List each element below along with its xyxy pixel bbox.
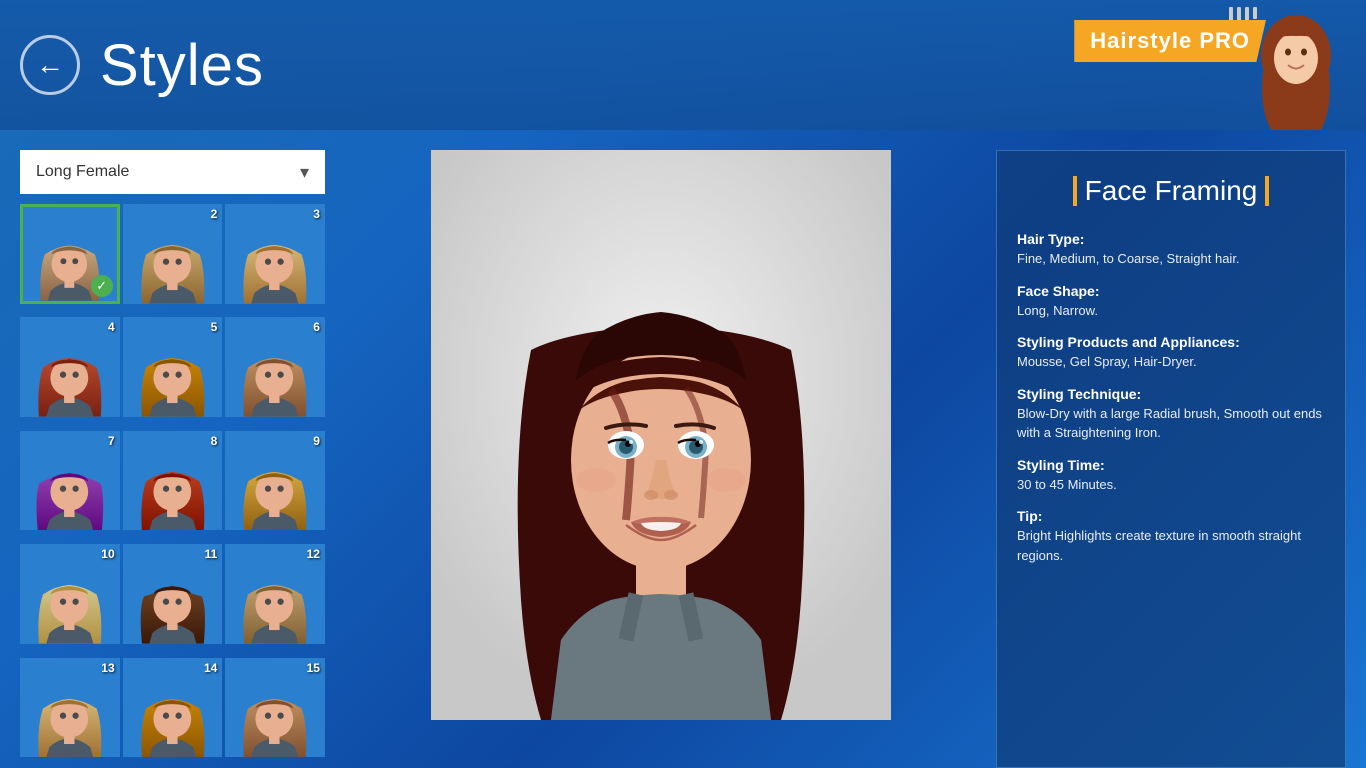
page-title: Styles	[100, 32, 264, 99]
style-item-15[interactable]: 15	[225, 658, 325, 758]
back-button[interactable]: ←	[20, 35, 80, 95]
style-number: 4	[108, 320, 115, 334]
style-item-3[interactable]: 3	[225, 204, 325, 304]
style-number: 14	[204, 661, 217, 675]
title-bar-right	[1265, 176, 1269, 206]
info-section-4: Styling Time: 30 to 45 Minutes.	[1017, 457, 1325, 495]
info-section-3: Styling Technique: Blow-Dry with a large …	[1017, 386, 1325, 443]
style-item-13[interactable]: 13	[20, 658, 120, 758]
info-section-1: Face Shape: Long, Narrow.	[1017, 283, 1325, 321]
info-value: Fine, Medium, to Coarse, Straight hair.	[1017, 249, 1325, 269]
style-number: 13	[101, 661, 114, 675]
thumb-svg	[20, 317, 120, 417]
info-section-0: Hair Type: Fine, Medium, to Coarse, Strai…	[1017, 231, 1325, 269]
thumb-svg	[225, 317, 325, 417]
style-number: 3	[313, 207, 320, 221]
info-label: Styling Time:	[1017, 457, 1325, 473]
style-item-12[interactable]: 12	[225, 544, 325, 644]
info-value: Bright Highlights create texture in smoo…	[1017, 526, 1325, 565]
thumb-svg	[123, 204, 223, 304]
style-number: 5	[211, 320, 218, 334]
main-content: Long Female ▾ ✓ 2 3 4 5 6 7 8 9 10 11 12 13 14 15	[0, 130, 1366, 768]
dropdown-value: Long Female	[36, 163, 129, 181]
info-label: Tip:	[1017, 508, 1325, 524]
style-number: 11	[205, 547, 218, 561]
left-panel: Long Female ▾ ✓ 2 3 4 5 6 7 8 9 10 11 12 13 14 15	[20, 150, 325, 768]
info-label: Styling Products and Appliances:	[1017, 334, 1325, 350]
thumb-svg	[123, 317, 223, 417]
main-photo	[431, 150, 891, 720]
brand-avatar	[1216, 0, 1346, 130]
style-number: 10	[101, 547, 114, 561]
thumb-svg	[225, 204, 325, 304]
style-item-5[interactable]: 5	[123, 317, 223, 417]
style-number: 6	[313, 320, 320, 334]
info-panel: Face Framing Hair Type: Fine, Medium, to …	[996, 150, 1346, 768]
style-number: 7	[108, 434, 115, 448]
info-label: Styling Technique:	[1017, 386, 1325, 402]
avatar-svg	[1216, 0, 1346, 130]
info-section-5: Tip: Bright Highlights create texture in …	[1017, 508, 1325, 565]
style-item-2[interactable]: 2	[123, 204, 223, 304]
info-value: Blow-Dry with a large Radial brush, Smoo…	[1017, 404, 1325, 443]
style-item-11[interactable]: 11	[123, 544, 223, 644]
header: ← Styles Hairstyle PRO	[0, 0, 1366, 130]
info-value: Mousse, Gel Spray, Hair-Dryer.	[1017, 352, 1325, 372]
style-number: 9	[313, 434, 320, 448]
style-item-8[interactable]: 8	[123, 431, 223, 531]
info-value: Long, Narrow.	[1017, 301, 1325, 321]
thumb-svg	[225, 431, 325, 531]
info-sections: Hair Type: Fine, Medium, to Coarse, Strai…	[1017, 231, 1325, 565]
style-item-1[interactable]: ✓	[20, 204, 120, 304]
chevron-down-icon: ▾	[300, 162, 309, 183]
dropdown-container: Long Female ▾	[20, 150, 325, 194]
style-item-10[interactable]: 10	[20, 544, 120, 644]
brand-text: Hairstyle PRO	[1090, 28, 1250, 53]
info-value: 30 to 45 Minutes.	[1017, 475, 1325, 495]
main-photo-frame	[431, 150, 891, 720]
title-bar-left	[1073, 176, 1077, 206]
style-item-7[interactable]: 7	[20, 431, 120, 531]
brand-area: Hairstyle PRO	[1036, 0, 1346, 130]
selected-check-icon: ✓	[91, 275, 113, 297]
style-item-4[interactable]: 4	[20, 317, 120, 417]
info-section-2: Styling Products and Appliances: Mousse, …	[1017, 334, 1325, 372]
style-number: 2	[211, 207, 218, 221]
thumb-svg	[123, 431, 223, 531]
header-left: ← Styles	[20, 32, 264, 99]
style-number: 15	[307, 661, 320, 675]
thumb-svg	[20, 431, 120, 531]
style-grid: ✓ 2 3 4 5 6 7 8 9 10 11 12 13 14 15	[20, 204, 325, 768]
style-number: 12	[307, 547, 320, 561]
style-number: 8	[211, 434, 218, 448]
style-item-14[interactable]: 14	[123, 658, 223, 758]
info-label: Face Shape:	[1017, 283, 1325, 299]
style-item-9[interactable]: 9	[225, 431, 325, 531]
category-dropdown[interactable]: Long Female ▾	[20, 150, 325, 194]
info-title: Face Framing	[1017, 175, 1325, 207]
style-name: Face Framing	[1085, 175, 1258, 207]
info-label: Hair Type:	[1017, 231, 1325, 247]
back-icon: ←	[36, 49, 64, 81]
brand-badge: Hairstyle PRO	[1074, 20, 1266, 62]
center-panel	[325, 150, 996, 768]
style-item-6[interactable]: 6	[225, 317, 325, 417]
